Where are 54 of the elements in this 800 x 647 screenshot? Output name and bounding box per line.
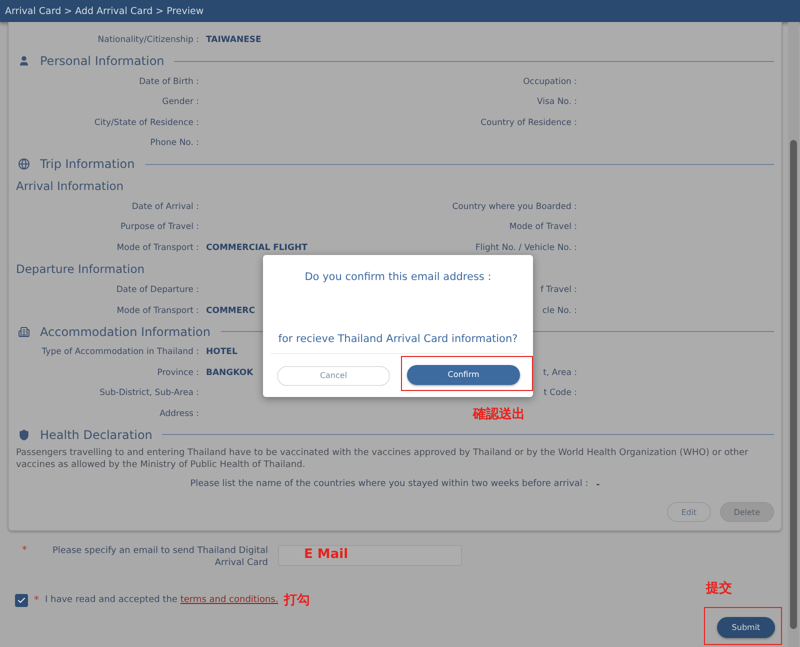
field-label: t, Area :	[543, 366, 577, 380]
confirm-button[interactable]: Confirm	[407, 364, 520, 384]
section-title: Trip Information	[40, 157, 135, 171]
field-label: Date of Arrival :	[132, 200, 199, 214]
field-value: HOTEL	[206, 346, 238, 359]
field-label: Sub-District, Sub-Area :	[100, 387, 199, 400]
section-title: Health Declaration	[40, 428, 152, 442]
field-label: Province :	[157, 366, 199, 380]
field-label: Occupation :	[523, 76, 577, 88]
submit-button[interactable]: Submit	[717, 617, 775, 638]
terms-text: I have read and accepted the terms and conditions.	[45, 595, 278, 605]
terms-link[interactable]: terms and conditions.	[180, 595, 278, 605]
field-label: cle No. :	[542, 304, 577, 318]
field-label: t Code :	[544, 387, 577, 400]
field-label: Visa No. :	[536, 96, 577, 109]
health-notice: Passengers travelling to and entering Thailand have to be vaccinated with the vaccines approved by Thailand or by the World Health Organization (WHO) or other vaccines as allowed by the Ministry of Public Health of Thailand.	[16, 447, 750, 471]
section-title: Personal Information	[40, 54, 164, 68]
field-label: Phone No. :	[150, 137, 199, 150]
field-label: Mode of Travel :	[509, 221, 577, 234]
cancel-button[interactable]: Cancel	[277, 366, 390, 386]
section-title: Accommodation Information	[40, 324, 210, 338]
edit-button[interactable]: Edit	[667, 502, 711, 522]
field-label: f Travel :	[540, 284, 577, 297]
subsection-title: Departure Information	[16, 262, 145, 276]
field-value: -	[596, 479, 600, 491]
field-label: Date of Birth :	[139, 76, 199, 88]
annotation-text: 打勾	[284, 592, 310, 609]
dialog-question: Do you confirm this email address :	[304, 271, 492, 283]
field-label: Flight No. / Vehicle No. :	[475, 242, 577, 254]
field-label: Please list the name of the countries where you stayed within two weeks before arrival :	[190, 479, 588, 491]
field-label: Country where you Boarded :	[452, 200, 577, 214]
annotation-text: 確認送出	[473, 406, 525, 423]
field-label: Type of Accommodation in Thailand :	[42, 346, 199, 359]
field-value: BANGKOK	[206, 366, 254, 380]
required-mark: *	[34, 594, 39, 606]
field-label: Mode of Transport :	[116, 242, 199, 254]
field-label: Mode of Transport :	[116, 304, 199, 318]
field-value: COMMERC	[206, 304, 255, 318]
breadcrumb: Arrival Card > Add Arrival Card > Preview	[5, 6, 204, 16]
field-label: City/State of Residence :	[94, 116, 199, 130]
field-value: COMMERCIAL FLIGHT	[206, 242, 308, 254]
field-label: Country of Residence :	[480, 116, 577, 130]
required-mark: *	[22, 545, 27, 558]
field-label: Date of Departure :	[116, 284, 199, 297]
field-value: TAIWANESE	[206, 34, 262, 47]
annotation-text: 提交	[706, 580, 732, 597]
field-label: Nationality/Citizenship :	[98, 34, 199, 47]
dialog-message: for recieve Thailand Arrival Card information?	[277, 333, 519, 345]
subsection-title: Arrival Information	[16, 178, 124, 192]
field-label: Gender :	[162, 96, 199, 109]
annotation-text: E Mail	[304, 547, 348, 562]
field-label: Address :	[160, 408, 199, 420]
field-label: Purpose of Travel :	[120, 221, 199, 234]
email-label: Please specify an email to send Thailand Digital Arrival Card	[51, 545, 268, 569]
